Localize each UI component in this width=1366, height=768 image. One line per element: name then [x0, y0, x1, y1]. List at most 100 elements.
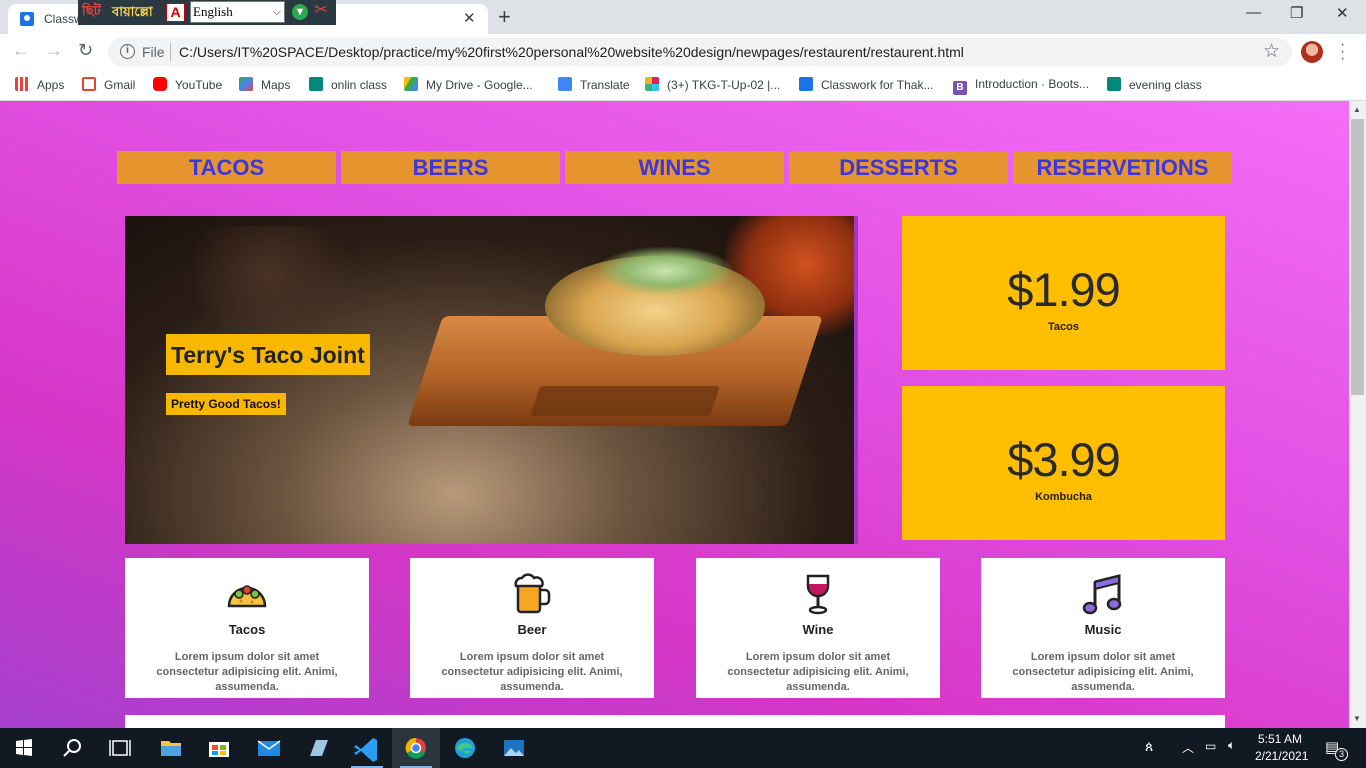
volume-icon[interactable]: 🔈︎: [1228, 738, 1235, 753]
bookmark-onlin-class[interactable]: onlin class: [309, 77, 387, 92]
classroom-icon: [20, 12, 34, 26]
restore-button[interactable]: ❐: [1290, 4, 1303, 22]
hero-title: Terry's Taco Joint: [166, 334, 370, 375]
menu-kebab-icon[interactable]: · · ·: [1340, 37, 1345, 67]
feature-card-wine: Wine Lorem ipsum dolor sit amet consecte…: [696, 558, 940, 698]
hero-chef: [185, 226, 355, 346]
translate-icon: [558, 77, 572, 91]
bookmark-maps[interactable]: Maps: [239, 77, 290, 92]
card-title: Music: [1084, 622, 1122, 637]
youtube-icon: [153, 77, 167, 91]
menu-item-wines[interactable]: WINES: [565, 151, 784, 184]
page-scrollbar[interactable]: ▲ ▼: [1349, 101, 1366, 728]
bookmark-gmail[interactable]: Gmail: [82, 77, 135, 92]
url-text[interactable]: C:/Users/IT%20SPACE/Desktop/practice/my%…: [179, 44, 964, 60]
menu-item-tacos[interactable]: TACOS: [117, 151, 336, 184]
reload-icon[interactable]: ↻: [78, 40, 93, 61]
windows-taskbar: ጰ ︿ ▭ 🔈︎ 5:51 AM 2/21/2021 ▤ 3: [0, 728, 1366, 768]
price-card-kombucha: $3.99 Kombucha: [902, 386, 1225, 540]
classroom-icon: [799, 77, 813, 91]
clock-time[interactable]: 5:51 AM: [1258, 732, 1302, 746]
card-title: Wine: [802, 622, 834, 637]
vscode-icon[interactable]: [343, 728, 391, 768]
file-explorer-icon[interactable]: [147, 728, 195, 768]
bookmark-label: Classwork for Thak...: [821, 78, 934, 92]
bookmark-label: Introduction · Boots...: [975, 77, 1090, 91]
langbar-logo: ছিট: [82, 3, 101, 18]
new-tab-button[interactable]: +: [498, 4, 511, 30]
bookmark-translate[interactable]: Translate: [558, 77, 630, 92]
close-tab-icon[interactable]: ✕: [463, 9, 476, 27]
price-label: Kombucha: [1035, 491, 1092, 503]
beer-mug-icon: [514, 573, 551, 614]
price-label: Tacos: [1048, 321, 1079, 333]
address-bar[interactable]: i File C:/Users/IT%20SPACE/Desktop/pract…: [108, 38, 1292, 66]
hero-image: Terry's Taco Joint Pretty Good Tacos!: [125, 216, 858, 544]
bookmark-classwork[interactable]: Classwork for Thak...: [799, 77, 933, 92]
hero-board-slot: [530, 386, 720, 416]
apps-grid-icon: [15, 77, 29, 91]
bookmark-evening-class[interactable]: evening class: [1107, 77, 1202, 92]
site-menu: TACOS BEERS WINES DESSERTS RESERVETIONS: [117, 151, 1233, 184]
bookmark-label: Translate: [580, 78, 630, 92]
bookmark-label: (3+) TKG-T-Up-02 |...: [667, 78, 781, 92]
price-value: $1.99: [1007, 263, 1121, 316]
bookmark-youtube[interactable]: YouTube: [153, 77, 222, 92]
language-select[interactable]: English ⌵: [190, 1, 285, 23]
info-icon[interactable]: i: [120, 44, 135, 59]
hero-subtitle: Pretty Good Tacos!: [166, 393, 286, 415]
card-text: Lorem ipsum dolor sit amet consectetur a…: [441, 651, 623, 693]
scroll-down-arrow-icon[interactable]: ▼: [1353, 714, 1361, 723]
price-card-tacos: $1.99 Tacos: [902, 216, 1225, 370]
bookmark-slack[interactable]: (3+) TKG-T-Up-02 |...: [645, 77, 780, 92]
menu-item-desserts[interactable]: DESSERTS: [789, 151, 1008, 184]
download-icon[interactable]: ▼: [292, 4, 308, 20]
start-icon[interactable]: [0, 728, 48, 768]
lower-section: [125, 715, 1225, 728]
slack-icon: [645, 77, 659, 91]
card-title: Beer: [517, 622, 547, 637]
store-icon[interactable]: [195, 728, 243, 768]
language-select-value: English: [193, 4, 233, 19]
people-icon[interactable]: ጰ: [1145, 738, 1153, 755]
bookmark-my-drive[interactable]: My Drive - Google...: [404, 77, 533, 92]
app-icon[interactable]: [294, 728, 342, 768]
menu-item-beers[interactable]: BEERS: [341, 151, 560, 184]
browser-toolbar: ← → ↻ i File C:/Users/IT%20SPACE/Desktop…: [0, 34, 1366, 70]
bookmark-bootstrap[interactable]: B Introduction · Boots...: [953, 77, 1089, 95]
back-arrow-icon[interactable]: ←: [12, 40, 30, 61]
adobe-icon[interactable]: A: [166, 3, 185, 22]
mail-icon[interactable]: [245, 728, 293, 768]
photos-icon[interactable]: [490, 728, 538, 768]
task-view-icon[interactable]: [96, 728, 144, 768]
bookmark-star-icon[interactable]: ☆: [1263, 40, 1280, 63]
network-icon[interactable]: ▭: [1205, 739, 1216, 753]
bookmark-apps[interactable]: Apps: [15, 77, 64, 92]
profile-avatar[interactable]: [1301, 41, 1323, 63]
scheme-label: File: [142, 44, 165, 60]
card-title: Tacos: [228, 622, 266, 637]
close-window-button[interactable]: ✕: [1336, 4, 1349, 22]
clock-date[interactable]: 2/21/2021: [1255, 749, 1308, 763]
feature-card-music: Music Lorem ipsum dolor sit amet consect…: [981, 558, 1225, 698]
scroll-up-arrow-icon[interactable]: ▲: [1353, 105, 1361, 114]
bookmark-label: Apps: [37, 78, 65, 92]
bookmark-label: My Drive - Google...: [426, 78, 533, 92]
disable-icon[interactable]: ✂: [314, 0, 328, 20]
meet-icon: [1107, 77, 1121, 91]
page-viewport: TACOS BEERS WINES DESSERTS RESERVETIONS …: [0, 101, 1349, 728]
language-toolbar: ছিট বায়াল্লো A English ⌵ ▼ ✂: [78, 0, 336, 25]
chevron-up-icon[interactable]: ︿: [1182, 739, 1194, 756]
search-icon[interactable]: [48, 728, 96, 768]
card-text: Lorem ipsum dolor sit amet consectetur a…: [727, 651, 909, 693]
scroll-thumb[interactable]: [1351, 119, 1364, 395]
taco-icon: [227, 585, 267, 608]
bookmarks-bar: Apps Gmail YouTube Maps onlin class My D…: [0, 70, 1366, 101]
meet-icon: [309, 77, 323, 91]
chrome-icon[interactable]: [392, 728, 440, 768]
drive-icon: [404, 77, 418, 91]
edge-icon[interactable]: [441, 728, 489, 768]
menu-item-reservetions[interactable]: RESERVETIONS: [1013, 151, 1232, 184]
forward-arrow-icon[interactable]: →: [45, 40, 63, 61]
minimize-button[interactable]: —: [1246, 4, 1261, 21]
